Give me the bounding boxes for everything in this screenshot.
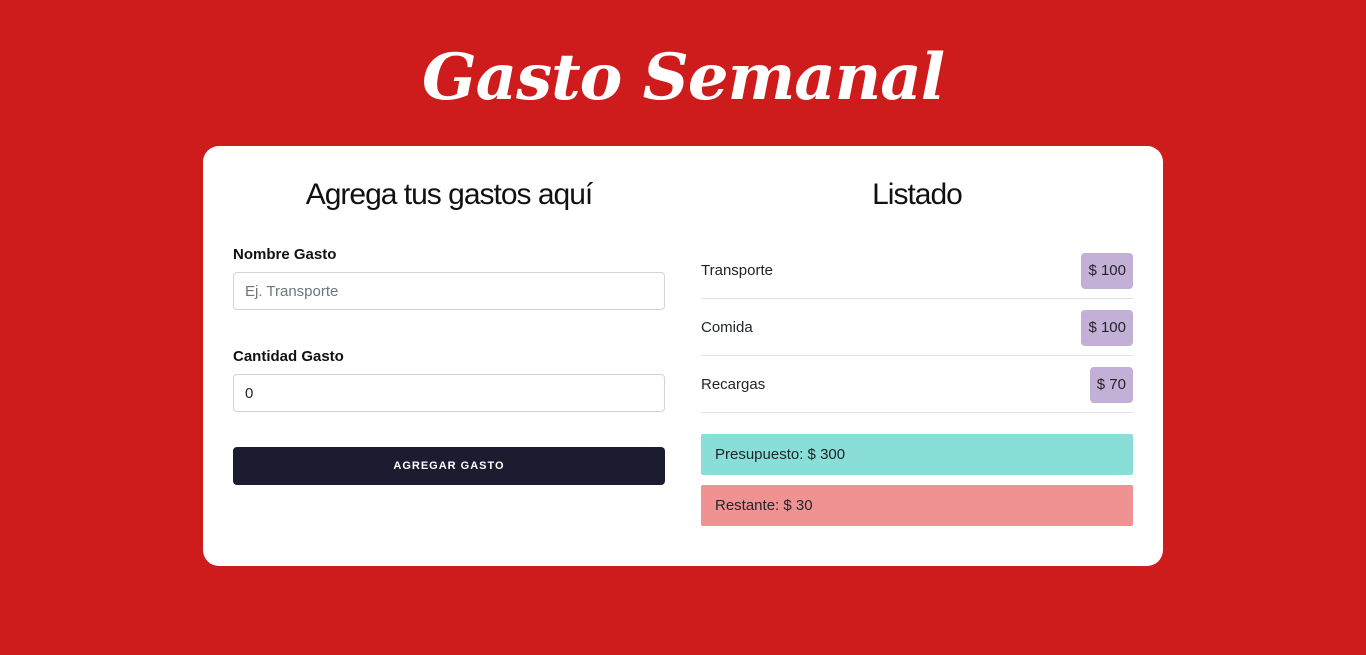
expense-amount-label: Cantidad Gasto (233, 348, 344, 365)
main-card: Agrega tus gastos aquí Nombre Gasto Cant… (203, 146, 1163, 566)
expense-amount-input[interactable] (233, 374, 665, 412)
remaining-alert: Restante: $ 30 (701, 485, 1133, 526)
expense-amount-badge: $ 70 (1089, 367, 1133, 403)
list-item: Comida $ 100 (701, 299, 1133, 356)
form-title: Agrega tus gastos aquí (305, 178, 594, 211)
expense-item-name: Comida (701, 319, 753, 336)
app-title: Gasto Semanal (421, 40, 945, 115)
budget-alert: Presupuesto: $ 300 (701, 434, 1133, 475)
expense-name-label: Nombre Gasto (233, 246, 337, 263)
expense-list: Transporte $ 100 Comida $ 100 Recargas $… (701, 242, 1133, 413)
expense-name-input[interactable] (233, 272, 665, 310)
expense-item-name: Recargas (701, 376, 766, 393)
list-item: Transporte $ 100 (701, 242, 1133, 299)
expense-item-name: Transporte (701, 262, 773, 279)
list-item: Recargas $ 70 (701, 356, 1133, 413)
expense-amount-badge: $ 100 (1081, 253, 1133, 289)
add-expense-button[interactable]: AGREGAR GASTO (233, 447, 665, 485)
list-title: Listado (872, 178, 963, 211)
expense-amount-badge: $ 100 (1081, 310, 1133, 346)
